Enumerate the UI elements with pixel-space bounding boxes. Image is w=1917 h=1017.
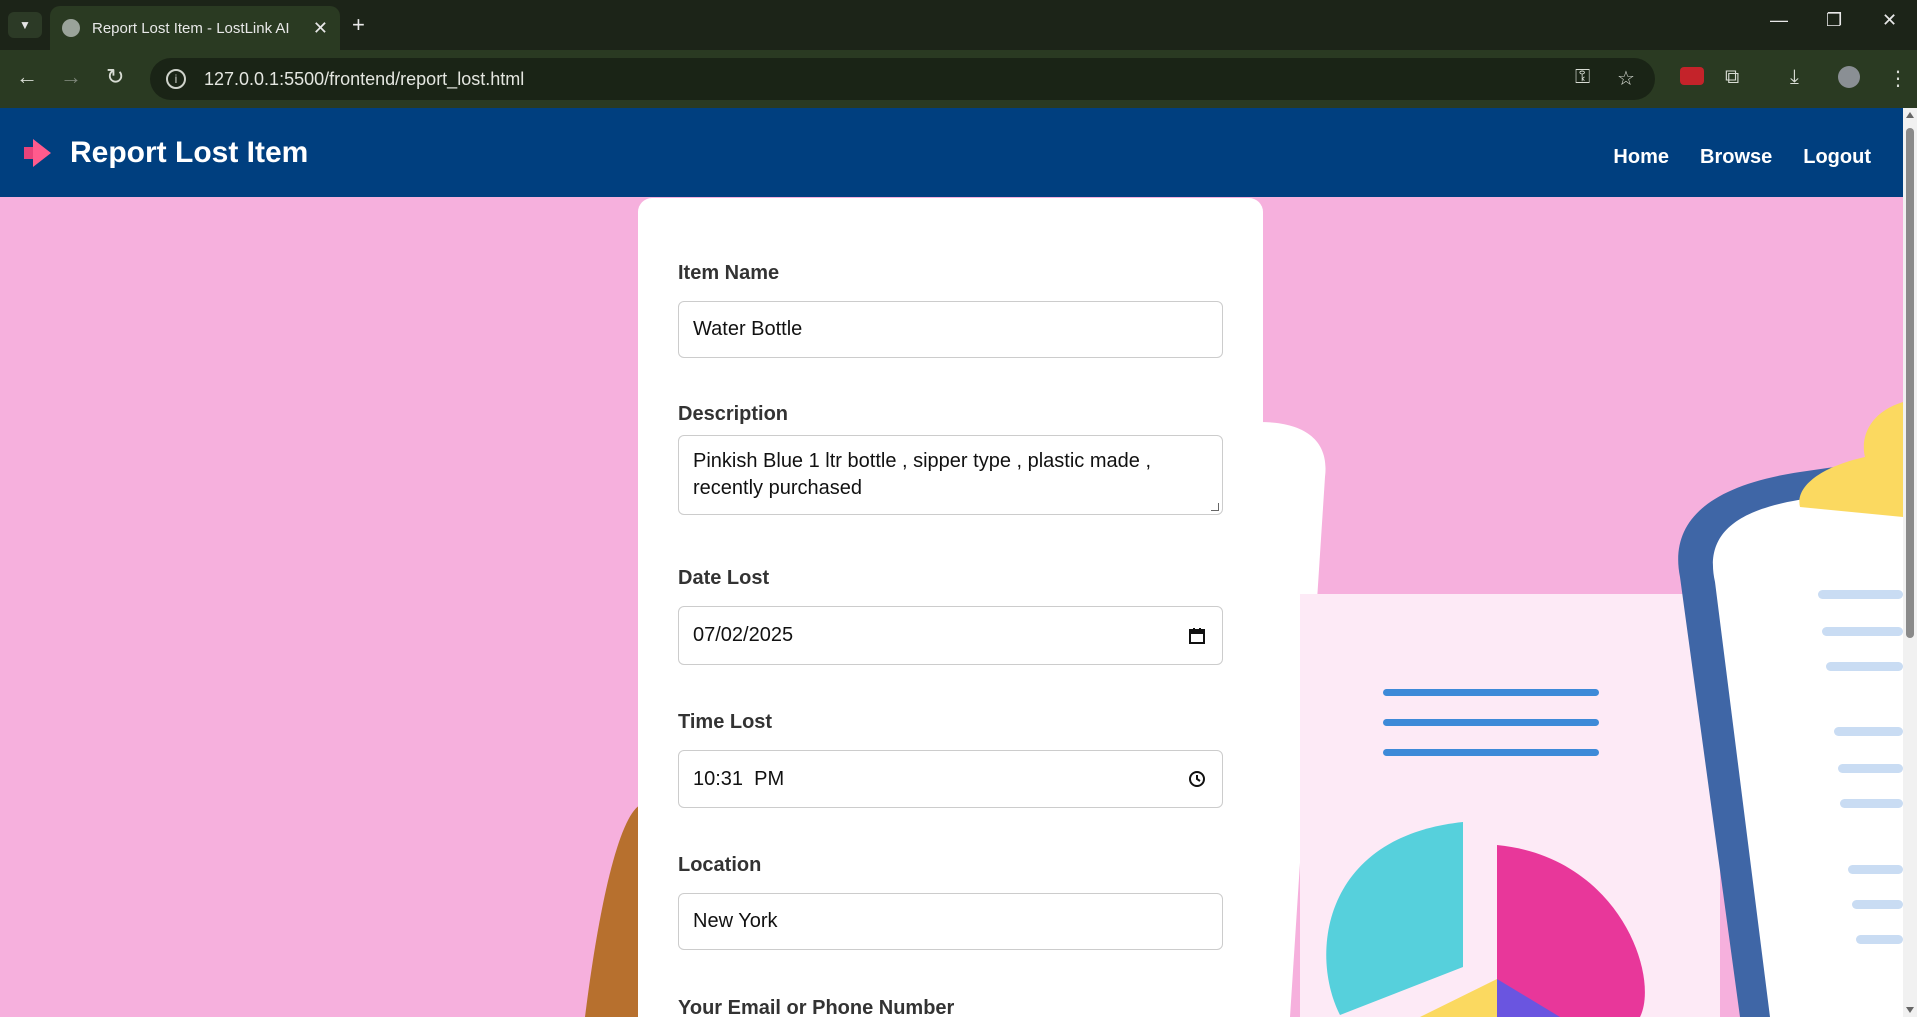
restore-icon[interactable]: ❐ — [1826, 10, 1842, 31]
description-value: Pinkish Blue 1 ltr bottle , sipper type … — [693, 450, 1151, 499]
time-lost-label: Time Lost — [678, 711, 773, 733]
location-input[interactable]: New York — [678, 893, 1223, 950]
description-textarea[interactable]: Pinkish Blue 1 ltr bottle , sipper type … — [678, 435, 1223, 515]
extensions-puzzle-icon[interactable]: ⧉ — [1725, 66, 1739, 89]
app-header: Report Lost Item Home Browse Logout — [0, 108, 1903, 197]
doc-line — [1383, 749, 1599, 756]
clipboard-line — [1826, 662, 1903, 671]
minimize-icon[interactable]: — — [1770, 10, 1788, 31]
clipboard-line — [1856, 935, 1903, 944]
clipboard-clip — [1799, 402, 1903, 517]
doc-line — [1383, 689, 1599, 696]
extension-icon[interactable] — [1680, 67, 1704, 85]
clipboard-line — [1834, 727, 1903, 736]
tab-close-icon[interactable]: ✕ — [313, 18, 328, 39]
profile-avatar[interactable] — [1838, 66, 1860, 88]
forward-icon[interactable]: → — [60, 64, 82, 90]
tab-title: Report Lost Item - LostLink AI — [92, 19, 290, 37]
site-info-icon[interactable]: i — [166, 69, 186, 89]
nav-logout-link[interactable]: Logout — [1803, 146, 1871, 169]
clipboard-line — [1852, 900, 1903, 909]
download-icon[interactable]: ⤓ — [1790, 66, 1799, 89]
item-name-label: Item Name — [678, 262, 780, 284]
time-lost-input[interactable]: 10:31 PM — [678, 750, 1223, 808]
password-key-icon[interactable]: ⚿ — [1575, 66, 1590, 89]
date-lost-label: Date Lost — [678, 567, 770, 589]
browser-toolbar: ← → ↻ i 127.0.0.1:5500/frontend/report_l… — [0, 50, 1917, 108]
new-tab-button[interactable]: + — [352, 12, 365, 38]
clipboard-line — [1838, 764, 1903, 773]
clipboard-line — [1822, 627, 1903, 636]
item-name-input[interactable]: Water Bottle — [678, 301, 1223, 358]
report-form-card: Item Name Water Bottle Description Pinki… — [638, 198, 1263, 1017]
resize-handle-icon[interactable] — [1211, 503, 1219, 511]
date-lost-input[interactable]: 07/02/2025 — [678, 606, 1223, 665]
scroll-down-icon[interactable] — [1906, 1007, 1914, 1013]
scroll-thumb[interactable] — [1906, 128, 1914, 638]
page-title: Report Lost Item — [70, 136, 309, 169]
clipboard-line — [1818, 590, 1903, 599]
item-name-value: Water Bottle — [693, 318, 803, 340]
globe-icon — [62, 19, 80, 37]
browser-tab-bar: ▼ Report Lost Item - LostLink AI ✕ + — ❐… — [0, 0, 1917, 50]
browser-tab[interactable]: Report Lost Item - LostLink AI ✕ — [50, 6, 340, 50]
page-scrollbar[interactable] — [1903, 108, 1917, 1017]
url-text: 127.0.0.1:5500/frontend/report_lost.html — [204, 68, 525, 89]
location-label: Location — [678, 854, 762, 876]
contact-label: Your Email or Phone Number — [678, 997, 955, 1017]
back-icon[interactable]: ← — [16, 64, 38, 90]
nav-browse-link[interactable]: Browse — [1700, 146, 1772, 169]
calendar-icon[interactable] — [1188, 627, 1206, 645]
description-label: Description — [678, 403, 789, 425]
brown-shape — [585, 805, 640, 1017]
window-close-icon[interactable]: ✕ — [1882, 10, 1897, 31]
scroll-up-icon[interactable] — [1906, 112, 1914, 118]
time-lost-value: 10:31 PM — [693, 767, 785, 790]
nav-home-link[interactable]: Home — [1613, 146, 1669, 169]
date-lost-value: 07/02/2025 — [693, 624, 794, 646]
megaphone-icon — [24, 139, 54, 167]
clipboard-line — [1848, 865, 1903, 874]
address-bar[interactable]: i 127.0.0.1:5500/frontend/report_lost.ht… — [150, 58, 1655, 100]
bookmark-star-icon[interactable]: ☆ — [1617, 66, 1635, 91]
page-brand: Report Lost Item — [24, 136, 308, 170]
reload-icon[interactable]: ↻ — [106, 64, 124, 90]
more-menu-icon[interactable]: ⋮ — [1888, 66, 1908, 91]
location-value: New York — [693, 910, 778, 932]
clock-icon[interactable] — [1188, 770, 1206, 788]
tab-search-button[interactable]: ▼ — [8, 12, 42, 38]
doc-line — [1383, 719, 1599, 726]
clipboard-line — [1840, 799, 1903, 808]
top-nav: Home Browse Logout — [1613, 146, 1871, 169]
chevron-down-icon: ▼ — [19, 18, 31, 32]
